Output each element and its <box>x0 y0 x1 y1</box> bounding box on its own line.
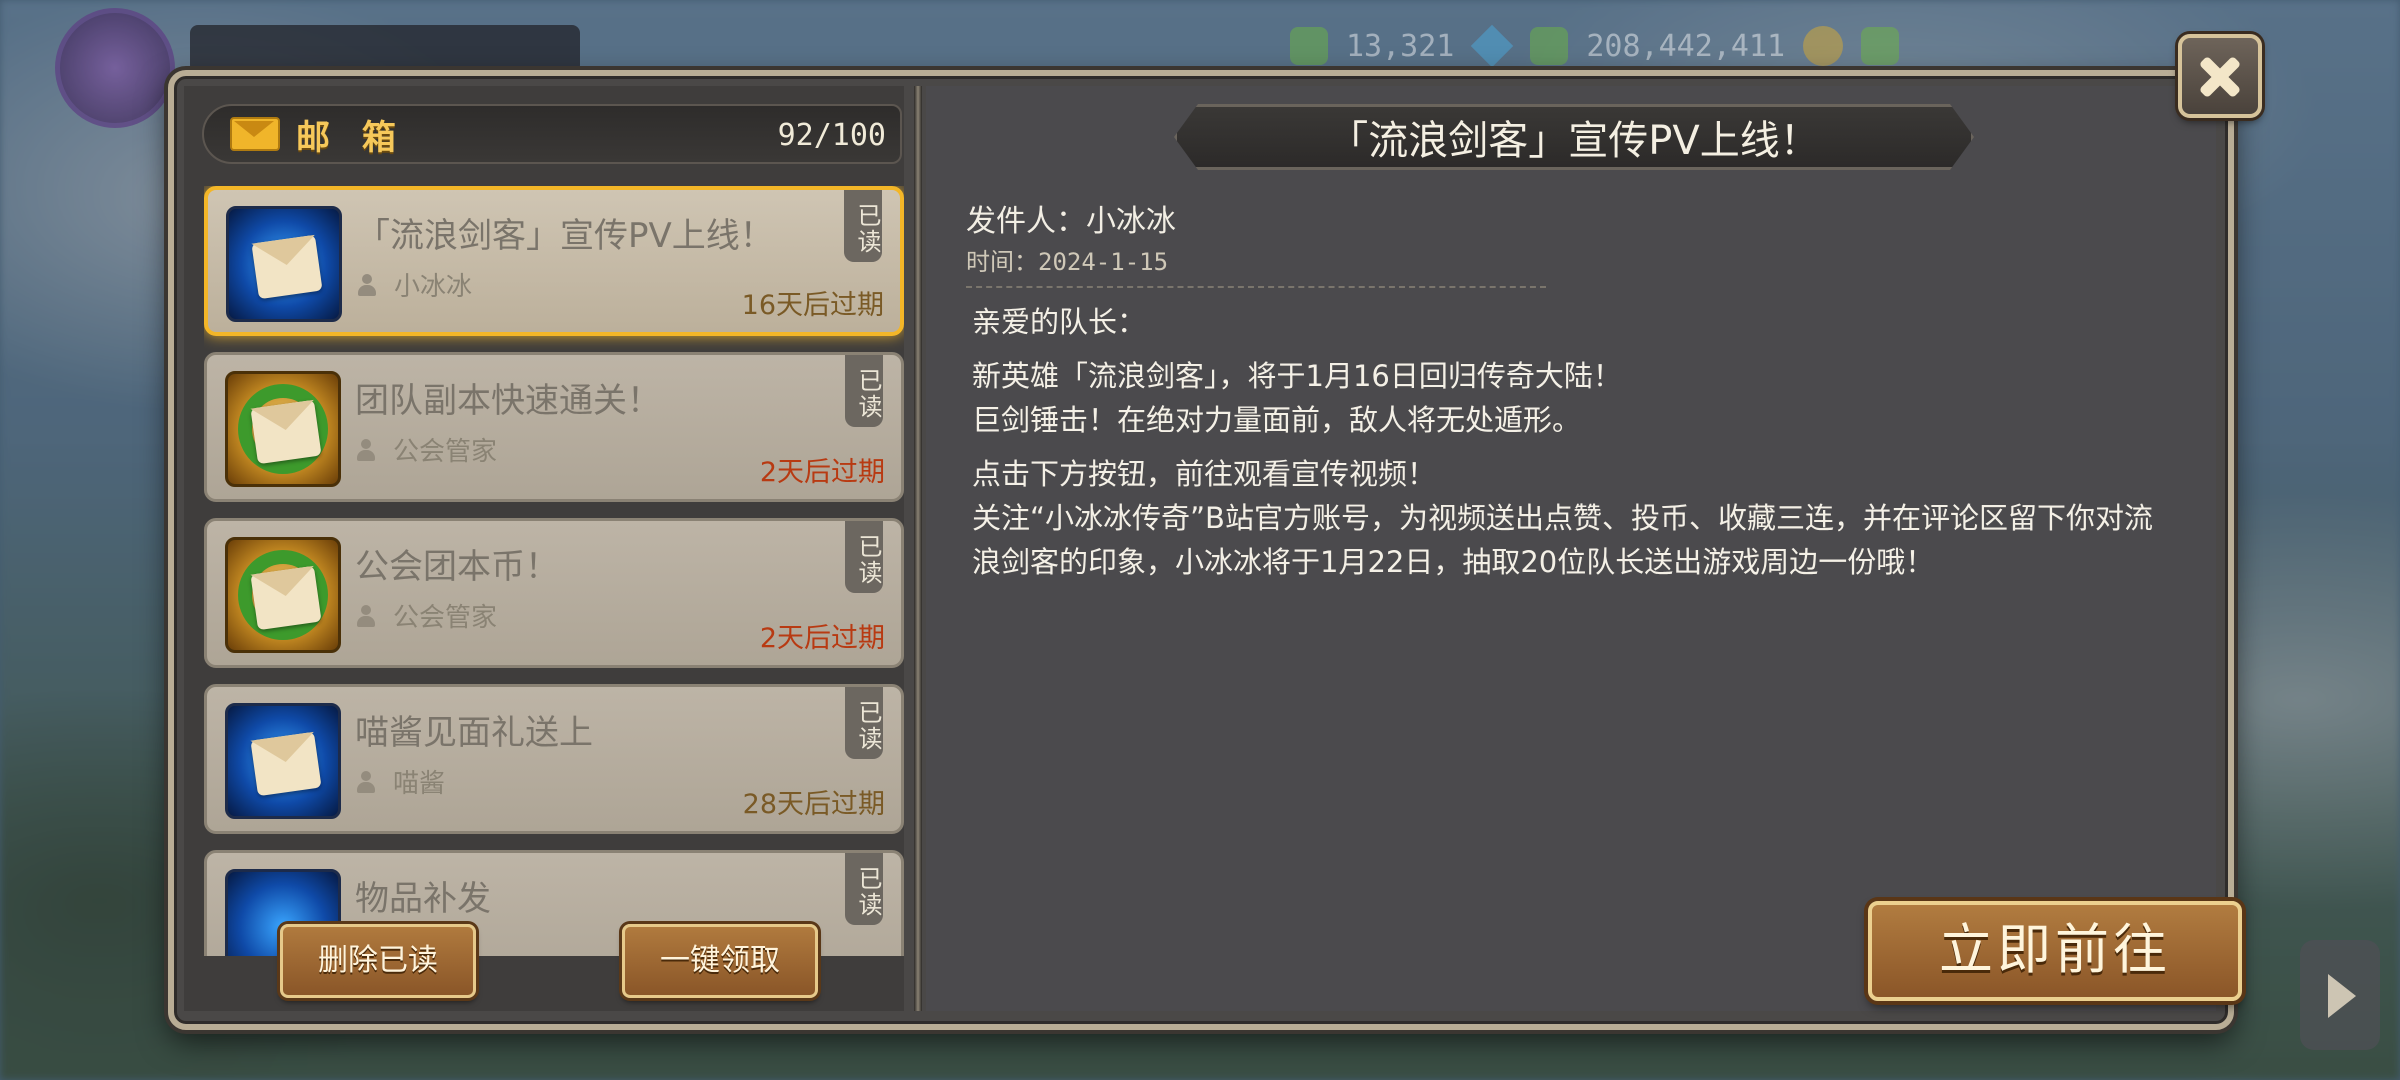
mail-detail-panel: 「流浪剑客」宣传PV上线！ 发件人：小冰冰 时间：2024-1-15 亲爱的队长… <box>926 86 2242 1011</box>
read-badge: 已读 <box>845 355 883 427</box>
add-gold-icon <box>1530 27 1569 65</box>
person-icon <box>357 770 375 793</box>
envelope-wreath-icon <box>225 371 341 487</box>
mail-item-sender: 喵酱 <box>393 769 446 799</box>
close-icon[interactable] <box>2178 34 2262 118</box>
diamond-count: 13,321 <box>1346 28 1455 64</box>
panel-divider <box>914 86 922 1011</box>
mail-item-title: 「流浪剑客」宣传PV上线！ <box>356 216 774 256</box>
read-badge: 已读 <box>845 687 883 759</box>
read-badge: 已读 <box>845 853 883 925</box>
mail-item-title: 喵酱见面礼送上 <box>355 713 593 753</box>
mail-detail-content: 发件人：小冰冰 时间：2024-1-15 亲爱的队长： 新英雄「流浪剑客」，将于… <box>966 196 2166 594</box>
mail-list-panel: 邮 箱 92/100 「流浪剑客」宣传PV上线！ 小冰冰 已读 16天后过期 团… <box>184 86 904 1011</box>
mail-envelope-icon <box>230 117 280 151</box>
subject-banner: 「流浪剑客」宣传PV上线！ <box>1174 104 1974 170</box>
mailbox-header: 邮 箱 92/100 <box>202 104 902 164</box>
mail-item-expiry: 2天后过期 <box>759 457 885 488</box>
mail-greeting: 亲爱的队长： <box>972 305 1147 339</box>
mail-item-title: 团队副本快速通关！ <box>355 381 661 421</box>
envelope-wreath-icon <box>225 537 341 653</box>
mail-item[interactable]: 「流浪剑客」宣传PV上线！ 小冰冰 已读 16天后过期 <box>204 186 904 336</box>
mail-item[interactable]: 公会团本币！ 公会管家 已读 2天后过期 <box>204 518 904 668</box>
mail-time-line: 时间：2024-1-15 <box>966 248 1169 276</box>
mail-item-sender: 小冰冰 <box>394 272 473 302</box>
person-icon <box>358 273 376 296</box>
delete-read-button[interactable]: 删除已读 <box>280 924 476 998</box>
mail-item[interactable]: 喵酱见面礼送上 喵酱 已读 28天后过期 <box>204 684 904 834</box>
go-now-button[interactable]: 立即前往 <box>1868 901 2242 1001</box>
add-diamond-icon <box>1290 27 1328 65</box>
read-badge: 已读 <box>845 521 883 593</box>
mail-item-title: 物品补发 <box>355 879 491 919</box>
envelope-blue-icon <box>226 206 342 322</box>
mail-paragraph: 新英雄「流浪剑客」，将于1月16日回归传奇大陆！ <box>972 359 1622 393</box>
side-arrow-icon <box>2300 940 2380 1050</box>
read-badge: 已读 <box>844 190 882 262</box>
mail-item-title: 公会团本币！ <box>355 547 559 587</box>
mail-paragraph: 巨剑锤击！在绝对力量面前，敌人将无处遁形。 <box>972 403 1582 437</box>
add-stamina-icon <box>1861 27 1900 65</box>
dashed-separator <box>966 286 1546 288</box>
person-icon <box>357 438 375 461</box>
mail-paragraph: 关注“小冰冰传奇”B站官方账号，为视频送出点赞、投币、收藏三连，并在评论区留下你… <box>972 501 2153 579</box>
mail-item-sender: 公会管家 <box>393 437 498 467</box>
mail-item-expiry: 2天后过期 <box>759 623 885 654</box>
mail-item-expiry: 28天后过期 <box>742 789 885 820</box>
diamond-icon <box>1471 24 1514 68</box>
mail-item[interactable]: 团队副本快速通关！ 公会管家 已读 2天后过期 <box>204 352 904 502</box>
mail-item-sender: 公会管家 <box>393 603 498 633</box>
mailbox-title: 邮 箱 <box>296 117 406 158</box>
gold-coin-icon <box>1803 26 1844 66</box>
mail-paragraph: 点击下方按钮，前往观看宣传视频！ <box>972 457 1437 491</box>
player-avatar <box>55 8 175 128</box>
mailbox-window: 邮 箱 92/100 「流浪剑客」宣传PV上线！ 小冰冰 已读 16天后过期 团… <box>168 70 2242 1030</box>
mail-subject: 「流浪剑客」宣传PV上线！ <box>1328 118 1820 164</box>
resource-hud: 13,321 208,442,411 <box>1290 22 2030 70</box>
mail-sender-line: 发件人：小冰冰 <box>966 204 1176 239</box>
mail-item-expiry: 16天后过期 <box>741 290 884 321</box>
player-name-plate <box>190 25 580 73</box>
mail-list[interactable]: 「流浪剑客」宣传PV上线！ 小冰冰 已读 16天后过期 团队副本快速通关！ 公会… <box>204 186 904 956</box>
claim-all-button[interactable]: 一键领取 <box>622 924 818 998</box>
gold-count: 208,442,411 <box>1586 28 1786 64</box>
mail-count: 92/100 <box>777 118 886 153</box>
envelope-blue-icon <box>225 703 341 819</box>
person-icon <box>357 604 375 627</box>
